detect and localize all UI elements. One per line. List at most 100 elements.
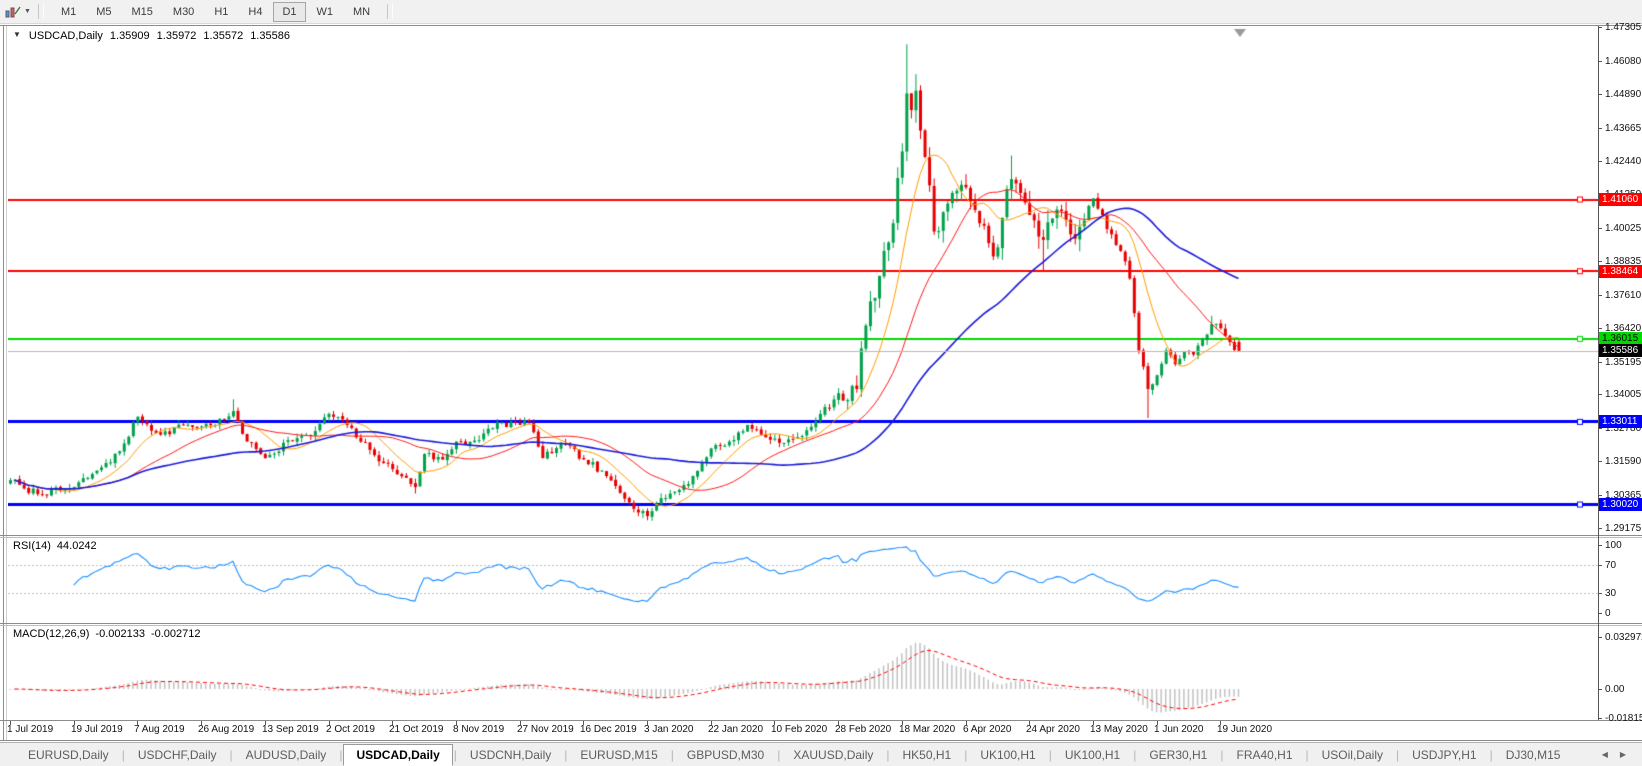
macd-label: MACD(12,26,9): [13, 628, 90, 640]
collapse-triangle-icon[interactable]: ▼: [13, 30, 21, 42]
date-axis-label: 22 Jan 2020: [708, 724, 764, 735]
price-axis-tick: [1598, 328, 1602, 329]
timeframe-button-m30[interactable]: M30: [164, 2, 203, 22]
tab-ger30-h1[interactable]: GER30,H1: [1137, 745, 1219, 765]
date-axis-label: 28 Feb 2020: [835, 724, 892, 735]
price-axis-tick: [1598, 128, 1602, 129]
current-price-tag: 1.35586: [1599, 344, 1642, 357]
tab-fra40-h1[interactable]: FRA40,H1: [1224, 745, 1304, 765]
price-axis-label: 1.46080: [1605, 56, 1642, 67]
tab-hk50-h1[interactable]: HK50,H1: [891, 745, 964, 765]
timeframe-button-m1[interactable]: M1: [52, 2, 85, 22]
date-axis-label: 13 Sep 2019: [262, 724, 319, 735]
chart-window-left-border-inner: [6, 26, 7, 740]
tab-xauusd-daily[interactable]: XAUUSD,Daily: [781, 745, 885, 765]
tab-usdjpy-h1[interactable]: USDJPY,H1: [1400, 745, 1488, 765]
tab-uk100-h1[interactable]: UK100,H1: [968, 745, 1047, 765]
tab-scroll-left-icon[interactable]: ◀: [1602, 750, 1608, 759]
macd-axis-tick: [1598, 718, 1602, 719]
chart-glyph: [5, 6, 21, 17]
rsi-value: 44.0242: [56, 540, 97, 552]
hline-price-tag-1.38464[interactable]: 1.38464: [1599, 265, 1642, 278]
symbol-tab-bar: EURUSD,Daily | USDCHF,Daily | AUDUSD,Daily | U…: [0, 742, 1642, 766]
price-axis-label: 1.34005: [1605, 389, 1642, 400]
macd-axis-tick: [1598, 637, 1602, 638]
price-axis-tick: [1598, 428, 1602, 429]
price-axis-tick: [1598, 61, 1602, 62]
date-axis-label: 6 Apr 2020: [963, 724, 1012, 735]
price-axis-tick: [1598, 261, 1602, 262]
ohlc-close: 1.35586: [250, 30, 290, 42]
dropdown-caret-icon[interactable]: ▼: [24, 8, 31, 15]
price-axis-tick: [1598, 27, 1602, 28]
top-toolbar: ▼ M1 M5 M15 M30 H1 H4 D1 W1 MN: [0, 0, 1642, 24]
ohlc-low: 1.35572: [203, 30, 244, 42]
date-axis-label: 3 Jan 2020: [644, 724, 694, 735]
macd-pane-canvas[interactable]: [8, 626, 1598, 720]
tab-scroll-right-icon[interactable]: ▶: [1620, 750, 1626, 759]
date-axis-label: 26 Aug 2019: [198, 724, 255, 735]
timeframe-button-d1[interactable]: D1: [273, 1, 306, 22]
price-axis-label: 1.31590: [1605, 456, 1642, 467]
tab-audusd-daily[interactable]: AUDUSD,Daily: [234, 745, 339, 765]
tab-gbpusd-m30[interactable]: GBPUSD,M30: [675, 745, 776, 765]
price-axis-label: 1.35195: [1605, 357, 1642, 368]
macd-axis-label: -0.018154: [1605, 713, 1642, 724]
tab-eurusd-daily[interactable]: EURUSD,Daily: [16, 745, 121, 765]
timeframe-button-h1[interactable]: H1: [205, 2, 237, 22]
macd-axis-label: 0.032972: [1605, 632, 1642, 643]
price-axis-label: 1.44890: [1605, 89, 1642, 100]
macd-pane-header: MACD(12,26,9) -0.002133 -0.002712: [13, 628, 201, 640]
price-axis-tick: [1598, 228, 1602, 229]
rsi-pane-header: RSI(14) 44.0242: [13, 540, 97, 552]
price-axis-label: 1.42440: [1605, 156, 1642, 167]
rsi-pane-canvas[interactable]: [8, 538, 1598, 623]
date-axis-label: 8 Nov 2019: [453, 724, 505, 735]
timeframe-button-mn[interactable]: MN: [344, 2, 379, 22]
date-axis-label: 24 Apr 2020: [1026, 724, 1080, 735]
rsi-axis-tick: [1598, 613, 1602, 614]
date-axis-label: 16 Dec 2019: [580, 724, 637, 735]
tab-eurusd-m15[interactable]: EURUSD,M15: [568, 745, 669, 765]
rsi-axis-label: 30: [1605, 588, 1617, 599]
price-axis-tick: [1598, 295, 1602, 296]
price-axis-tick: [1598, 528, 1602, 529]
price-pane-canvas[interactable]: [8, 26, 1598, 535]
rsi-axis-tick: [1598, 565, 1602, 566]
date-axis-label: 7 Aug 2019: [134, 724, 185, 735]
ohlc-open: 1.35909: [109, 30, 150, 42]
timeframe-button-m15[interactable]: M15: [123, 2, 162, 22]
chart-symbol-label: USDCAD,Daily: [28, 30, 103, 42]
date-axis-label: 1 Jul 2019: [7, 724, 54, 735]
tab-dj30-m15[interactable]: DJ30,M15: [1494, 745, 1573, 765]
tab-usdcnh-daily[interactable]: USDCNH,Daily: [458, 745, 563, 765]
macd-pane-separator[interactable]: [0, 623, 1642, 624]
tab-uk100-h1[interactable]: UK100,H1: [1053, 745, 1132, 765]
hline-price-tag-1.30020[interactable]: 1.30020: [1599, 498, 1642, 511]
date-axis-label: 2 Oct 2019: [326, 724, 375, 735]
price-axis-label: 1.47305: [1605, 22, 1642, 33]
macd-axis-tick: [1598, 689, 1602, 690]
price-axis-line: [1598, 26, 1599, 720]
timeframe-button-w1[interactable]: W1: [308, 2, 343, 22]
hline-price-tag-1.33011[interactable]: 1.33011: [1599, 415, 1642, 428]
tab-usoil-daily[interactable]: USOil,Daily: [1310, 745, 1395, 765]
date-axis-label: 13 May 2020: [1090, 724, 1148, 735]
timeframe-button-m5[interactable]: M5: [87, 2, 120, 22]
price-axis-tick: [1598, 461, 1602, 462]
tab-usdchf-daily[interactable]: USDCHF,Daily: [126, 745, 229, 765]
hline-price-tag-1.41060[interactable]: 1.41060: [1599, 193, 1642, 206]
rsi-pane-separator[interactable]: [0, 535, 1642, 536]
tab-usdcad-daily[interactable]: USDCAD,Daily: [343, 743, 453, 766]
price-axis-tick: [1598, 161, 1602, 162]
toolbar-grip-2: [387, 4, 394, 19]
rsi-axis-label: 70: [1605, 560, 1617, 571]
date-axis-label: 1 Jun 2020: [1154, 724, 1204, 735]
timeframe-button-h4[interactable]: H4: [239, 2, 271, 22]
price-axis-label: 1.29175: [1605, 523, 1642, 534]
macd-signal-value: -0.002712: [150, 628, 201, 640]
date-axis-label: 19 Jun 2020: [1217, 724, 1273, 735]
macd-value: -0.002133: [95, 628, 145, 640]
chart-profile-icon[interactable]: ▼: [5, 5, 31, 19]
chart-window-bottom-border: [0, 740, 1642, 741]
